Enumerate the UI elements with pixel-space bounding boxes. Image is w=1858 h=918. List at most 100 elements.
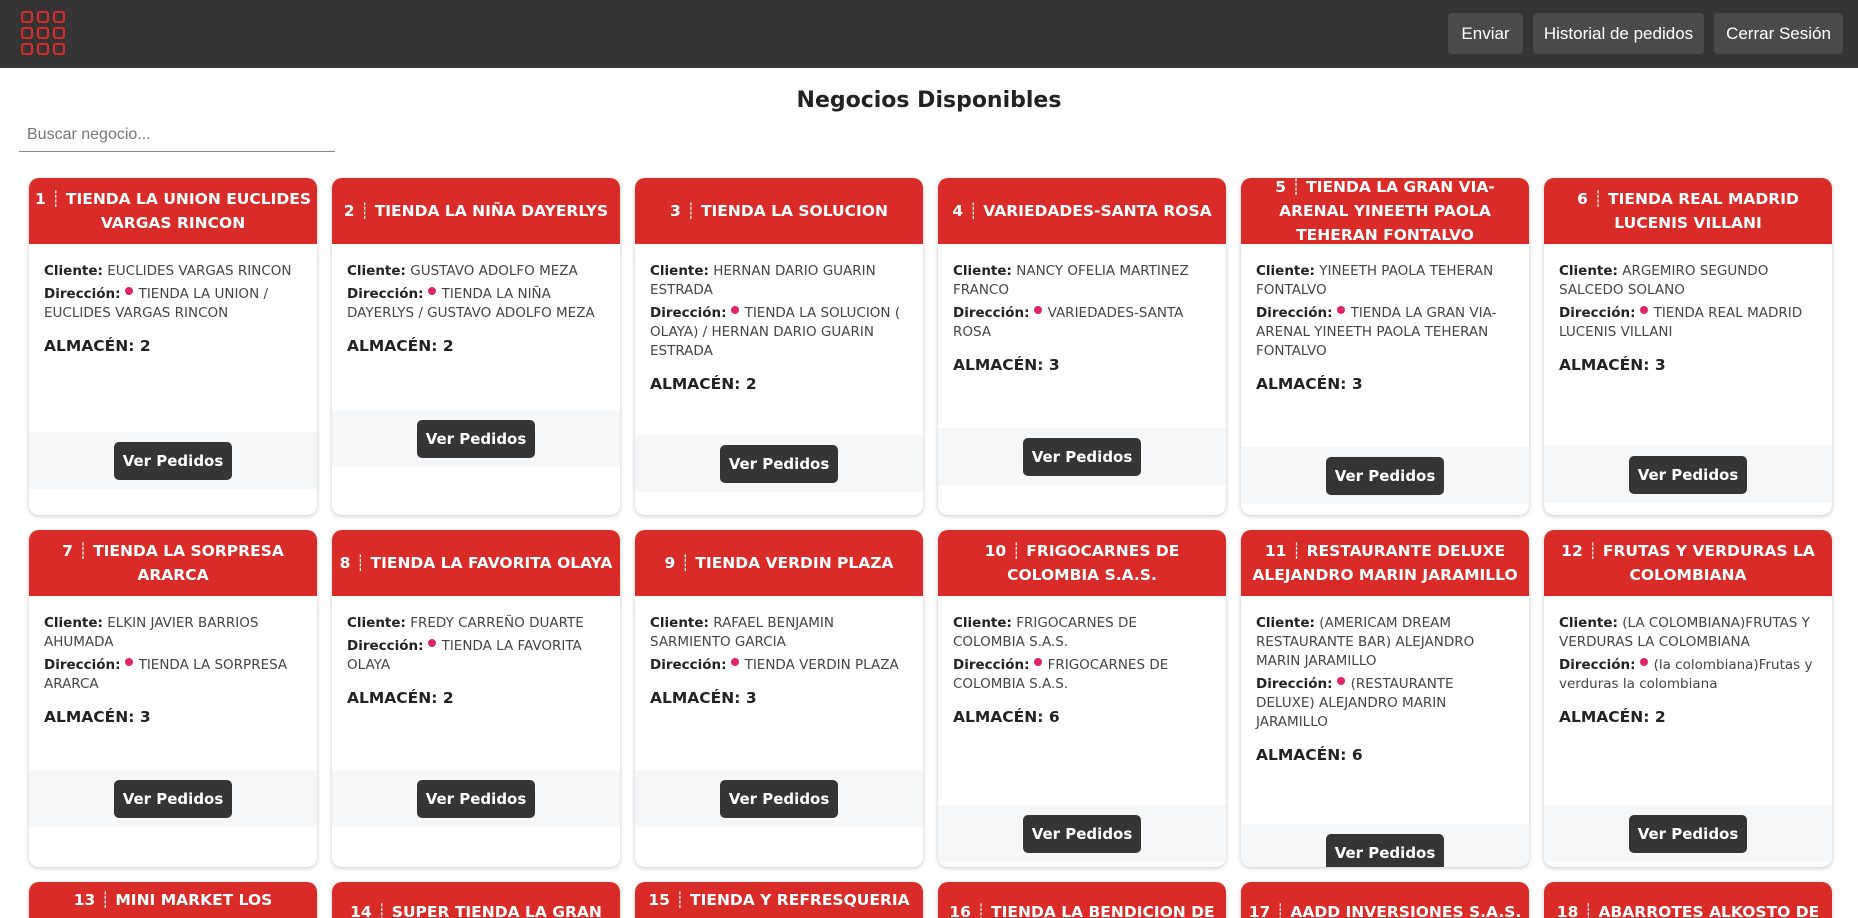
business-card-footer: Ver Pedidos xyxy=(1241,824,1529,867)
ver-pedidos-button[interactable]: Ver Pedidos xyxy=(417,779,535,818)
location-pin-icon xyxy=(427,639,436,647)
business-card-title: 8 ┊ TIENDA LA FAVORITA OLAYA xyxy=(332,530,620,596)
business-card: 1 ┊ TIENDA LA UNION EUCLIDES VARGAS RINC… xyxy=(29,178,317,515)
direccion-line: Dirección: TIENDA VERDIN PLAZA xyxy=(650,656,908,675)
ver-pedidos-button[interactable]: Ver Pedidos xyxy=(720,444,838,483)
business-card: 16 ┊ TIENDA LA BENDICION DE xyxy=(938,882,1226,918)
almacen-value: 3 xyxy=(745,689,757,707)
historial-pedidos-button[interactable]: Historial de pedidos xyxy=(1533,13,1704,54)
business-card-title: 2 ┊ TIENDA LA NIÑA DAYERLYS xyxy=(332,178,620,244)
direccion-label: Dirección: xyxy=(1256,305,1333,321)
direccion-label: Dirección: xyxy=(44,657,121,673)
direccion-line: Dirección: TIENDA LA FAVORITA OLAYA xyxy=(347,637,605,675)
business-card-body: Cliente: ELKIN JAVIER BARRIOS AHUMADA Dir… xyxy=(29,596,317,727)
almacen-label: ALMACÉN: xyxy=(650,375,741,393)
almacen-line: ALMACÉN: 2 xyxy=(347,337,605,356)
business-card-title: 7 ┊ TIENDA LA SORPRESA ARARCA xyxy=(29,530,317,596)
almacen-value: 2 xyxy=(1654,708,1666,726)
cliente-line: Cliente: EUCLIDES VARGAS RINCON xyxy=(44,262,302,281)
cliente-line: Cliente: (AMERICAM DREAM RESTAURANTE BAR… xyxy=(1256,614,1514,671)
ver-pedidos-button[interactable]: Ver Pedidos xyxy=(1023,814,1141,853)
ver-pedidos-button[interactable]: Ver Pedidos xyxy=(1629,814,1747,853)
cliente-value: FREDY CARREÑO DUARTE xyxy=(410,615,584,631)
almacen-label: ALMACÉN: xyxy=(44,708,135,726)
almacen-value: 2 xyxy=(139,337,151,355)
business-card-title: 9 ┊ TIENDA VERDIN PLAZA xyxy=(635,530,923,596)
ver-pedidos-button[interactable]: Ver Pedidos xyxy=(720,779,838,818)
almacen-label: ALMACÉN: xyxy=(953,708,1044,726)
direccion-label: Dirección: xyxy=(953,305,1030,321)
cliente-value: EUCLIDES VARGAS RINCON xyxy=(107,263,292,279)
direccion-line: Dirección: TIENDA REAL MADRID LUCENIS VIL… xyxy=(1559,304,1817,342)
cliente-label: Cliente: xyxy=(953,263,1012,279)
cliente-label: Cliente: xyxy=(44,615,103,631)
business-card-footer: Ver Pedidos xyxy=(635,770,923,827)
ver-pedidos-button[interactable]: Ver Pedidos xyxy=(1326,456,1444,495)
search-input[interactable] xyxy=(19,118,335,152)
cliente-line: Cliente: YINEETH PAOLA TEHERAN FONTALVO xyxy=(1256,262,1514,300)
business-card-footer: Ver Pedidos xyxy=(1544,805,1832,862)
almacen-line: ALMACÉN: 3 xyxy=(44,708,302,727)
business-card-title: 17 ┊ AADD INVERSIONES S.A.S. xyxy=(1241,882,1529,918)
cliente-label: Cliente: xyxy=(347,263,406,279)
business-card-body: Cliente: EUCLIDES VARGAS RINCON Dirección… xyxy=(29,244,317,356)
cliente-label: Cliente: xyxy=(1559,615,1618,631)
business-card-body: Cliente: (LA COLOMBIANA)FRUTAS Y VERDURA… xyxy=(1544,596,1832,727)
business-card: 6 ┊ TIENDA REAL MADRID LUCENIS VILLANI Cl… xyxy=(1544,178,1832,515)
ver-pedidos-button[interactable]: Ver Pedidos xyxy=(114,779,232,818)
business-card: 18 ┊ ABARROTES ALKOSTO DE xyxy=(1544,882,1832,918)
cliente-line: Cliente: GUSTAVO ADOLFO MEZA xyxy=(347,262,605,281)
business-card-body: Cliente: FRIGOCARNES DE COLOMBIA S.A.S. D… xyxy=(938,596,1226,727)
ver-pedidos-button[interactable]: Ver Pedidos xyxy=(1629,455,1747,494)
almacen-value: 3 xyxy=(1351,375,1363,393)
location-pin-icon xyxy=(1336,677,1345,685)
ver-pedidos-button[interactable]: Ver Pedidos xyxy=(114,441,232,480)
direccion-value: TIENDA VERDIN PLAZA xyxy=(744,657,899,673)
grid-logo-icon[interactable] xyxy=(20,10,66,56)
business-card-footer: Ver Pedidos xyxy=(938,428,1226,485)
business-card: 11 ┊ RESTAURANTE DELUXE ALEJANDRO MARIN … xyxy=(1241,530,1529,867)
business-card-footer: Ver Pedidos xyxy=(635,435,923,492)
business-card: 2 ┊ TIENDA LA NIÑA DAYERLYS Cliente: GUST… xyxy=(332,178,620,515)
business-card-body: Cliente: HERNAN DARIO GUARIN ESTRADA Dire… xyxy=(635,244,923,394)
business-card-footer: Ver Pedidos xyxy=(29,432,317,489)
almacen-label: ALMACÉN: xyxy=(1559,708,1650,726)
cliente-line: Cliente: ELKIN JAVIER BARRIOS AHUMADA xyxy=(44,614,302,652)
ver-pedidos-button[interactable]: Ver Pedidos xyxy=(1023,437,1141,476)
cliente-label: Cliente: xyxy=(1559,263,1618,279)
business-card-title: 18 ┊ ABARROTES ALKOSTO DE xyxy=(1544,882,1832,918)
business-card-title: 10 ┊ FRIGOCARNES DE COLOMBIA S.A.S. xyxy=(938,530,1226,596)
ver-pedidos-button[interactable]: Ver Pedidos xyxy=(417,419,535,458)
cerrar-sesion-button[interactable]: Cerrar Sesión xyxy=(1714,13,1843,54)
cliente-label: Cliente: xyxy=(44,263,103,279)
direccion-line: Dirección: VARIEDADES-SANTA ROSA xyxy=(953,304,1211,342)
cliente-label: Cliente: xyxy=(1256,615,1315,631)
top-navbar: Enviar Historial de pedidos Cerrar Sesió… xyxy=(0,0,1858,68)
business-card-body: Cliente: GUSTAVO ADOLFO MEZA Dirección: TI… xyxy=(332,244,620,356)
direccion-line: Dirección: TIENDA LA UNION / EUCLIDES VAR… xyxy=(44,285,302,323)
business-card: 8 ┊ TIENDA LA FAVORITA OLAYA Cliente: FRE… xyxy=(332,530,620,867)
enviar-button[interactable]: Enviar xyxy=(1448,13,1523,54)
direccion-line: Dirección: TIENDA LA GRAN VIA-ARENAL YINE… xyxy=(1256,304,1514,361)
almacen-label: ALMACÉN: xyxy=(1559,356,1650,374)
direccion-label: Dirección: xyxy=(1559,305,1636,321)
business-card: 15 ┊ TIENDA Y REFRESQUERIA LOS xyxy=(635,882,923,918)
business-card-title: 1 ┊ TIENDA LA UNION EUCLIDES VARGAS RINC… xyxy=(29,178,317,244)
direccion-label: Dirección: xyxy=(650,305,727,321)
business-card-footer: Ver Pedidos xyxy=(332,410,620,467)
direccion-label: Dirección: xyxy=(650,657,727,673)
almacen-value: 2 xyxy=(745,375,757,393)
cliente-line: Cliente: RAFAEL BENJAMIN SARMIENTO GARCI… xyxy=(650,614,908,652)
business-card-body: Cliente: FREDY CARREÑO DUARTE Dirección: T… xyxy=(332,596,620,708)
ver-pedidos-button[interactable]: Ver Pedidos xyxy=(1326,833,1444,867)
almacen-label: ALMACÉN: xyxy=(44,337,135,355)
almacen-line: ALMACÉN: 2 xyxy=(44,337,302,356)
direccion-label: Dirección: xyxy=(44,286,121,302)
almacen-label: ALMACÉN: xyxy=(1256,375,1347,393)
cliente-line: Cliente: ARGEMIRO SEGUNDO SALCEDO SOLANO xyxy=(1559,262,1817,300)
almacen-value: 2 xyxy=(442,337,454,355)
business-card: 5 ┊ TIENDA LA GRAN VIA-ARENAL YINEETH PA… xyxy=(1241,178,1529,515)
direccion-line: Dirección: (RESTAURANTE DELUXE) ALEJANDRO… xyxy=(1256,675,1514,732)
business-card: 13 ┊ MINI MARKET LOS CEREZOS xyxy=(29,882,317,918)
almacen-line: ALMACÉN: 2 xyxy=(1559,708,1817,727)
